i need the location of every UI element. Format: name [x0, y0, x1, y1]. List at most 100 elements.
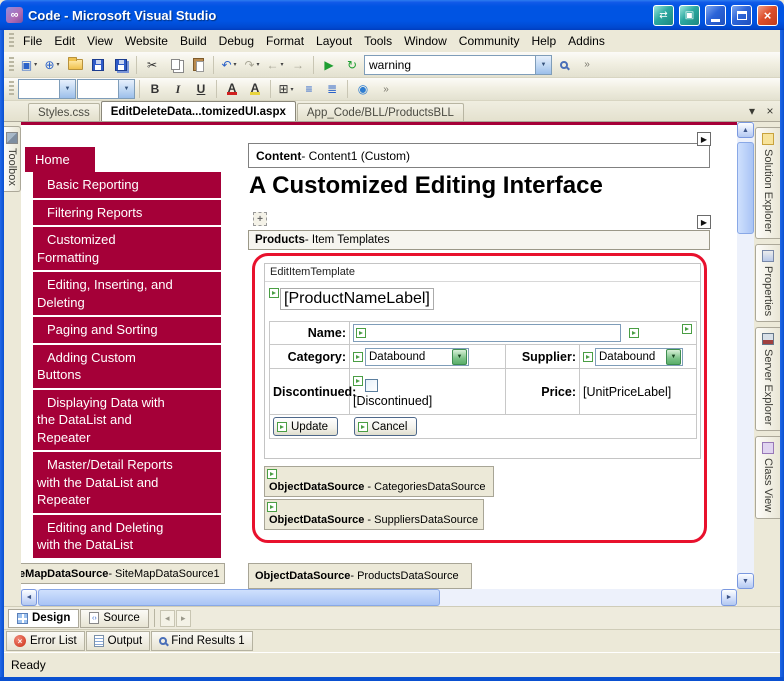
- nav-item-basic-reporting[interactable]: Basic Reporting: [33, 172, 221, 200]
- redo-button[interactable]: ↷▾: [241, 54, 263, 76]
- products-datalist-header[interactable]: Products - Item Templates: [248, 230, 710, 250]
- toolbar-grip[interactable]: [9, 57, 14, 73]
- scroll-down-button[interactable]: ▼: [737, 573, 754, 589]
- nav-item-adding-custom-buttons[interactable]: Adding Custom Buttons: [33, 345, 221, 390]
- design-view-tab[interactable]: Design: [8, 609, 79, 628]
- undo-button[interactable]: ↶▾: [218, 54, 240, 76]
- supplier-dropdown[interactable]: Databound▼: [595, 348, 683, 366]
- menu-tools[interactable]: Tools: [358, 31, 398, 51]
- smart-tag-arrow-icon[interactable]: ▶: [697, 132, 711, 146]
- save-button[interactable]: [87, 54, 109, 76]
- menu-edit[interactable]: Edit: [48, 31, 81, 51]
- cancel-button[interactable]: Cancel: [354, 417, 418, 436]
- output-tab[interactable]: Output: [86, 631, 151, 651]
- nav-item-filtering-reports[interactable]: Filtering Reports: [33, 200, 221, 228]
- class-view-tab[interactable]: Class View: [755, 436, 780, 518]
- nav-item-master-detail[interactable]: Master/Detail Reports with the DataList …: [33, 452, 221, 515]
- design-surface[interactable]: Home Basic Reporting Filtering Reports C…: [21, 122, 737, 589]
- nav-item-paging-sorting[interactable]: Paging and Sorting: [33, 317, 221, 345]
- tab-styles-css[interactable]: Styles.css: [28, 103, 100, 121]
- save-all-button[interactable]: [110, 54, 132, 76]
- navigate-backward-button[interactable]: ←▾: [264, 54, 286, 76]
- horizontal-scroll-thumb[interactable]: [38, 589, 440, 606]
- dropdown-arrow-icon[interactable]: ▼: [666, 349, 681, 365]
- menu-community[interactable]: Community: [453, 31, 526, 51]
- find-combobox[interactable]: ▼: [364, 55, 552, 75]
- nav-item-editing-deleting-datalist[interactable]: Editing and Deleting with the DataList: [33, 515, 221, 560]
- paste-button[interactable]: [187, 54, 209, 76]
- menu-addins[interactable]: Addins: [562, 31, 611, 51]
- toolbar-overflow-button[interactable]: »: [375, 78, 397, 100]
- solution-explorer-tab[interactable]: Solution Explorer: [755, 127, 780, 239]
- minimize-button[interactable]: [705, 5, 726, 26]
- sync-with-browser-button[interactable]: ↻: [341, 54, 363, 76]
- close-button[interactable]: ×: [757, 5, 778, 26]
- tab-scroll-right-button[interactable]: ▸: [176, 610, 191, 627]
- toolbox-tab[interactable]: Toolbox: [4, 126, 21, 192]
- smart-tag-arrow-icon[interactable]: ▶: [697, 215, 711, 229]
- scroll-up-button[interactable]: ▲: [737, 122, 754, 138]
- source-view-tab[interactable]: ‹› Source: [80, 609, 148, 628]
- error-list-tab[interactable]: × Error List: [6, 631, 85, 651]
- panel-toggle-button[interactable]: ▣: [679, 5, 700, 26]
- combo-dropdown-button[interactable]: ▼: [118, 80, 134, 98]
- active-files-dropdown-button[interactable]: ▾: [744, 103, 760, 119]
- bullet-list-button[interactable]: ≡: [298, 78, 320, 100]
- horizontal-scrollbar[interactable]: ◄ ►: [21, 589, 737, 606]
- menu-layout[interactable]: Layout: [310, 31, 358, 51]
- toolbar-grip[interactable]: [9, 81, 14, 97]
- nav-item-editing-inserting-deleting[interactable]: Editing, Inserting, and Deleting: [33, 272, 221, 317]
- font-name-combobox[interactable]: ▼: [77, 79, 135, 99]
- content-control-header[interactable]: Content - Content1 (Custom): [248, 143, 710, 168]
- cut-button[interactable]: ✂: [141, 54, 163, 76]
- products-datasource-control[interactable]: ObjectDataSource - ProductsDataSource: [248, 563, 472, 589]
- nav-item-displaying-data[interactable]: Displaying Data with the DataList and Re…: [33, 390, 221, 453]
- scroll-left-button[interactable]: ◄: [21, 589, 37, 606]
- tab-scroll-left-button[interactable]: ◂: [160, 610, 175, 627]
- tab-productsbll[interactable]: App_Code/BLL/ProductsBLL: [297, 103, 464, 121]
- underline-button[interactable]: U: [190, 78, 212, 100]
- scroll-right-button[interactable]: ►: [721, 589, 737, 606]
- nav-home-link[interactable]: Home: [25, 147, 95, 172]
- bold-button[interactable]: B: [144, 78, 166, 100]
- sitemapdatasource-control[interactable]: SiteMapDataSource - SiteMapDataSource1: [21, 563, 225, 584]
- product-name-textbox[interactable]: [353, 324, 621, 342]
- font-color-button[interactable]: A: [221, 78, 243, 100]
- hyperlink-button[interactable]: ◉: [352, 78, 374, 100]
- unit-price-label-control[interactable]: [UnitPriceLabel]: [583, 385, 671, 399]
- numbered-list-button[interactable]: ≣: [321, 78, 343, 100]
- find-results-tab[interactable]: Find Results 1: [151, 631, 253, 651]
- suppliers-datasource-control[interactable]: ObjectDataSource - SuppliersDataSource: [264, 499, 484, 530]
- block-format-input[interactable]: [19, 82, 59, 96]
- highlight-button[interactable]: A: [244, 78, 266, 100]
- copy-button[interactable]: [164, 54, 186, 76]
- menu-file[interactable]: File: [17, 31, 48, 51]
- block-format-combobox[interactable]: ▼: [18, 79, 76, 99]
- product-name-label-control[interactable]: [ProductNameLabel]: [280, 288, 434, 310]
- start-debugging-button[interactable]: ▶: [318, 54, 340, 76]
- vertical-scrollbar[interactable]: ▲ ▼: [737, 122, 754, 589]
- edit-item-template-region[interactable]: EditItemTemplate [ProductNameLabel] Name…: [264, 263, 701, 459]
- category-dropdown[interactable]: Databound▼: [365, 348, 469, 366]
- dropdown-arrow-icon[interactable]: ▼: [452, 349, 467, 365]
- maximize-button[interactable]: [731, 5, 752, 26]
- menu-website[interactable]: Website: [119, 31, 174, 51]
- add-item-button[interactable]: ⊕▾: [41, 54, 63, 76]
- italic-button[interactable]: I: [167, 78, 189, 100]
- menu-view[interactable]: View: [81, 31, 119, 51]
- find-input[interactable]: [365, 58, 535, 72]
- menu-build[interactable]: Build: [174, 31, 213, 51]
- borders-button[interactable]: ⊞▾: [275, 78, 297, 100]
- update-button[interactable]: Update: [273, 417, 338, 436]
- menu-help[interactable]: Help: [525, 31, 562, 51]
- open-file-button[interactable]: [64, 54, 86, 76]
- tab-editdeletedata-aspx[interactable]: EditDeleteData...tomizedUI.aspx: [101, 101, 296, 121]
- navigate-forward-button[interactable]: →: [287, 54, 309, 76]
- toolbar-grip[interactable]: [9, 33, 14, 49]
- menu-window[interactable]: Window: [398, 31, 453, 51]
- move-control-icon[interactable]: +: [253, 212, 267, 226]
- menu-debug[interactable]: Debug: [213, 31, 260, 51]
- close-document-button[interactable]: ×: [762, 103, 778, 119]
- vertical-scroll-thumb[interactable]: [737, 142, 754, 234]
- toolbar-overflow-button[interactable]: »: [576, 54, 598, 76]
